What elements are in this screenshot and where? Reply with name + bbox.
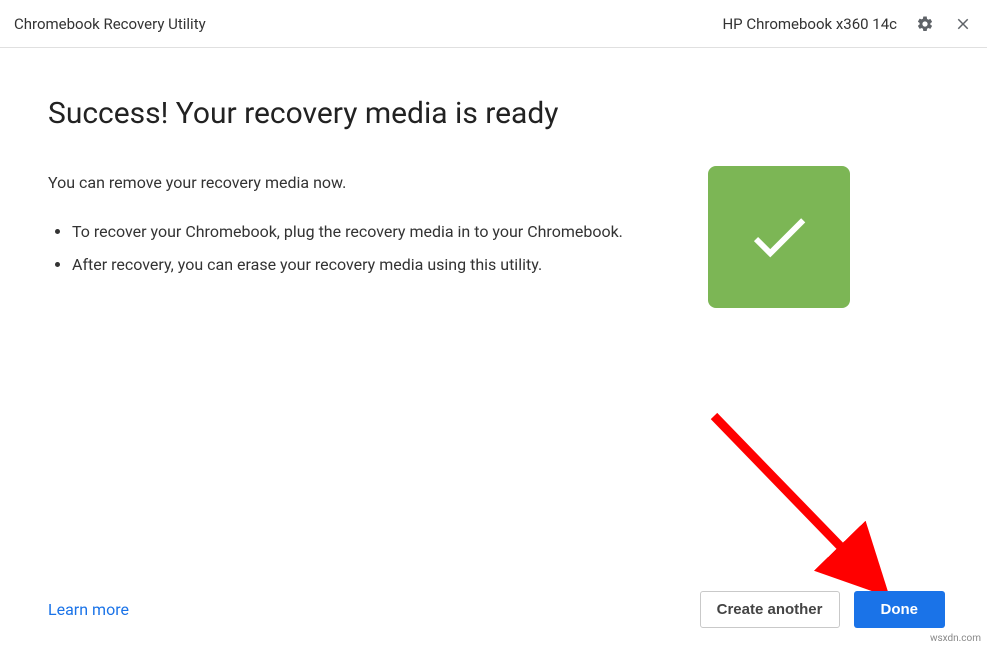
intro-text: You can remove your recovery media now. — [48, 173, 668, 192]
footer-button-group: Create another Done — [700, 591, 945, 628]
done-button[interactable]: Done — [854, 591, 946, 628]
close-icon[interactable] — [953, 14, 973, 34]
header-bar: Chromebook Recovery Utility HP Chromeboo… — [0, 0, 987, 48]
learn-more-link[interactable]: Learn more — [48, 600, 129, 619]
create-another-button[interactable]: Create another — [700, 591, 840, 628]
footer-bar: Learn more Create another Done — [48, 591, 945, 628]
page-title: Success! Your recovery media is ready — [48, 96, 668, 131]
app-title: Chromebook Recovery Utility — [14, 15, 206, 33]
annotation-arrow-icon — [706, 408, 906, 608]
success-checkmark-icon — [708, 166, 850, 308]
list-item: To recover your Chromebook, plug the rec… — [72, 220, 668, 245]
text-column: Success! Your recovery media is ready Yo… — [48, 96, 668, 308]
gear-icon[interactable] — [915, 14, 935, 34]
list-item: After recovery, you can erase your recov… — [72, 253, 668, 278]
instruction-list: To recover your Chromebook, plug the rec… — [48, 220, 668, 278]
header-right-group: HP Chromebook x360 14c — [722, 14, 973, 34]
watermark-text: wsxdn.com — [930, 633, 981, 644]
main-content: Success! Your recovery media is ready Yo… — [0, 48, 987, 308]
device-name: HP Chromebook x360 14c — [722, 15, 897, 33]
